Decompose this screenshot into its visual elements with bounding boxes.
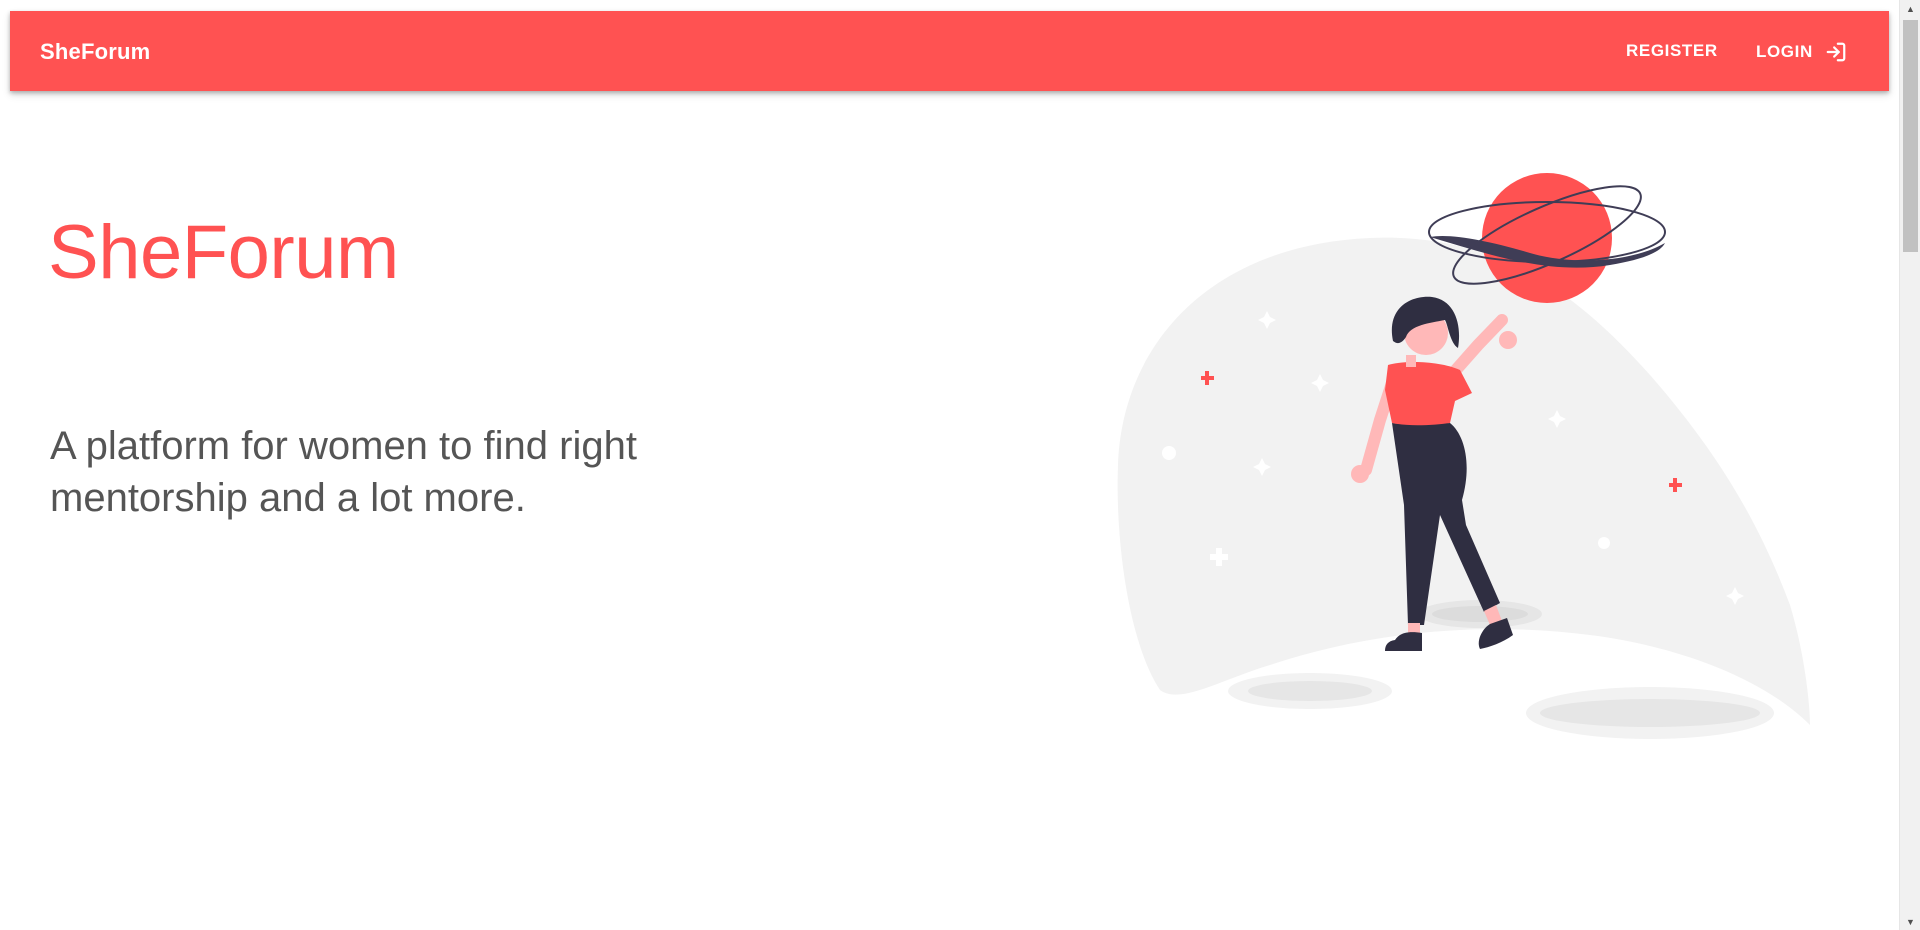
vertical-scrollbar[interactable]: ▲ ▼ xyxy=(1899,0,1920,930)
page: SheForum REGISTER LOGIN SheForum A platf… xyxy=(0,0,1899,930)
register-label: REGISTER xyxy=(1626,41,1718,60)
scrollbar-thumb[interactable] xyxy=(1903,20,1918,252)
scroll-up-arrow-icon[interactable]: ▲ xyxy=(1900,0,1920,17)
login-icon xyxy=(1825,41,1847,63)
register-button[interactable]: REGISTER xyxy=(1626,41,1718,61)
login-label: LOGIN xyxy=(1756,42,1813,61)
woman-with-planet-illustration xyxy=(1110,165,1820,745)
top-navbar: SheForum REGISTER LOGIN xyxy=(10,11,1889,91)
brand-logo[interactable]: SheForum xyxy=(40,39,150,65)
hero-title: SheForum xyxy=(48,210,399,295)
login-button[interactable]: LOGIN xyxy=(1756,41,1847,63)
hero-subtitle: A platform for women to find right mento… xyxy=(50,424,637,520)
scroll-down-arrow-icon[interactable]: ▼ xyxy=(1900,913,1920,930)
top-gap xyxy=(0,0,1899,11)
